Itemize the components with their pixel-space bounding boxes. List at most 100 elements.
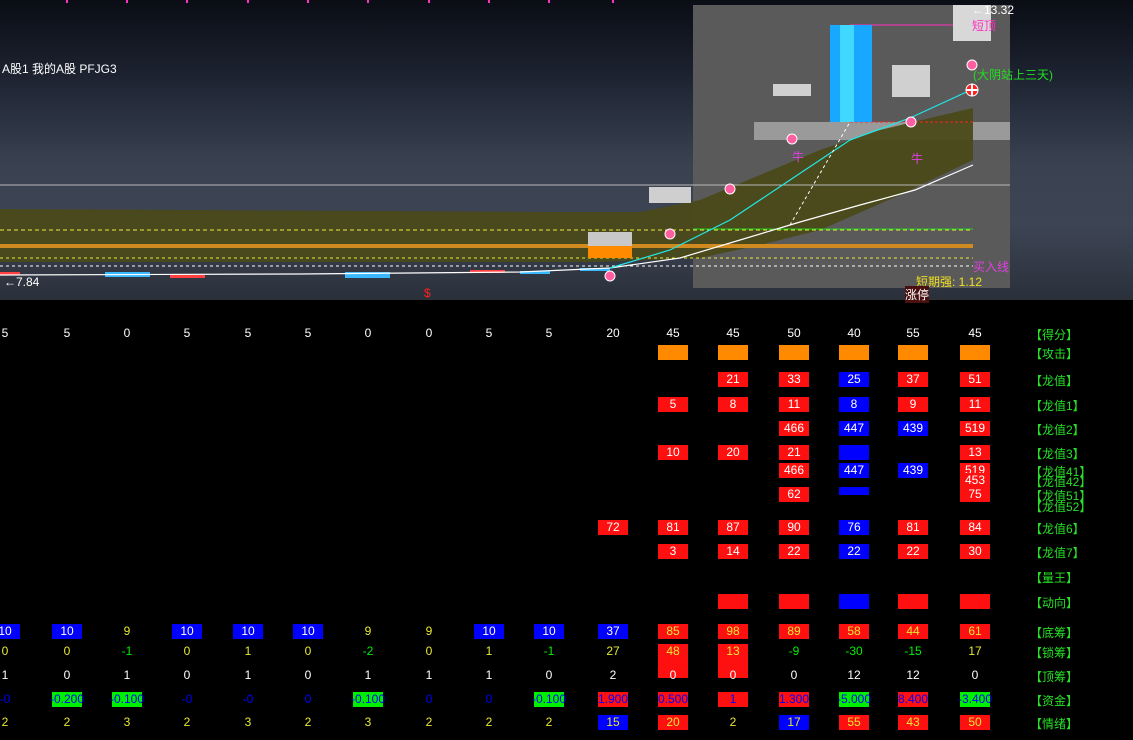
- indicator-cell-bg: [779, 594, 809, 609]
- indicator-cell: 20: [606, 326, 620, 340]
- indicator-cell: -0.100: [109, 692, 145, 706]
- indicator-cell: 10: [0, 624, 12, 638]
- indicator-cell-bg: [898, 345, 928, 360]
- indicator-cell: -5.000: [836, 692, 872, 706]
- indicator-cell: 72: [606, 520, 620, 534]
- indicator-cell-bg: [960, 594, 990, 609]
- orange-band: [0, 244, 973, 248]
- row-label: 【龙值3】: [1030, 447, 1085, 461]
- row-label: 【底筹】: [1030, 626, 1079, 640]
- indicator-cell: 40: [847, 326, 861, 340]
- top-price-label: ←13.32: [972, 3, 1015, 17]
- indicator-cell: 3: [364, 715, 372, 729]
- indicator-cell-bg: [960, 345, 990, 360]
- indicator-cell: 55: [906, 326, 920, 340]
- indicator-cell: 519: [964, 421, 986, 435]
- indicator-cell: 10: [666, 445, 680, 459]
- indicator-cell: 466: [783, 463, 805, 477]
- indicator-cell: 17: [787, 715, 801, 729]
- indicator-cell: 5: [669, 397, 677, 411]
- indicator-cell: -3.400: [957, 692, 993, 706]
- row-label: 【龙值】: [1030, 374, 1079, 388]
- indicator-cell: 2: [485, 715, 493, 729]
- indicator-cell: 1: [1, 668, 9, 682]
- indicator-cell: 0: [63, 644, 71, 658]
- indicator-cell: 8: [850, 397, 858, 411]
- indicator-cell: 43: [906, 715, 920, 729]
- indicator-cell: 33: [787, 372, 801, 386]
- short-top-label: 短顶: [972, 19, 997, 33]
- indicator-cell: 453: [964, 473, 986, 487]
- indicator-cell: 10: [482, 624, 496, 638]
- indicator-cell: 37: [906, 372, 920, 386]
- indicator-cell: 2: [729, 715, 737, 729]
- indicator-cell: 58: [847, 624, 861, 638]
- indicator-cell: 9: [123, 624, 131, 638]
- indicator-cell: 1: [244, 668, 252, 682]
- indicator-cell: -0: [181, 692, 193, 706]
- indicator-cell-bg: [839, 345, 869, 360]
- price-chart[interactable]: A股1 我的A股 PFJG3 ←13.32 ←7.84 短顶 (大阴站上三天) …: [0, 0, 1133, 303]
- indicator-cell: 439: [902, 421, 924, 435]
- top-ticks: [66, 0, 614, 3]
- indicator-cell: 0: [545, 668, 553, 682]
- indicator-cell-bg: [779, 345, 809, 360]
- indicator-cell: 14: [726, 544, 740, 558]
- indicator-cell: 13: [968, 445, 982, 459]
- indicator-cell: 2: [609, 668, 617, 682]
- indicator-cell-bg: [839, 487, 869, 495]
- indicator-cell: -1: [543, 644, 555, 658]
- indicator-cell: 0: [971, 668, 979, 682]
- indicator-cell: 3: [123, 715, 131, 729]
- indicator-cell: 84: [968, 520, 982, 534]
- indicator-cell: 55: [847, 715, 861, 729]
- indicator-cell: 2: [425, 715, 433, 729]
- indicator-cell: 75: [968, 487, 982, 501]
- indicator-cell: 0: [304, 668, 312, 682]
- indicator-cell: 0: [304, 692, 312, 706]
- indicator-cell: 10: [180, 624, 194, 638]
- indicator-cell: -0.100: [350, 692, 386, 706]
- indicator-cell: 0: [790, 668, 798, 682]
- indicator-cell: 0: [425, 692, 433, 706]
- indicator-cell: 76: [847, 520, 861, 534]
- niu-label-1: 牛: [792, 150, 805, 164]
- indicator-cell: 10: [60, 624, 74, 638]
- indicator-cell: 2: [183, 715, 191, 729]
- indicator-cell: 447: [843, 463, 865, 477]
- indicator-cell: 51: [968, 372, 982, 386]
- indicator-cell: 62: [787, 487, 801, 501]
- indicator-cell: 5: [545, 326, 553, 340]
- stock-title: A股1 我的A股 PFJG3: [2, 62, 117, 76]
- indicator-cell: 5: [1, 326, 9, 340]
- indicator-cell: 22: [847, 544, 861, 558]
- row-label: 【龙值2】: [1030, 423, 1085, 437]
- indicator-cell: 0: [485, 692, 493, 706]
- indicator-cell: 447: [843, 421, 865, 435]
- indicator-cell: 0: [425, 326, 433, 340]
- indicator-cell: 8: [729, 397, 737, 411]
- indicator-cell: 22: [787, 544, 801, 558]
- indicator-cell: 90: [787, 520, 801, 534]
- indicator-cell-bg: [839, 594, 869, 609]
- indicator-cell: 12: [847, 668, 861, 682]
- indicator-cell: 0: [425, 644, 433, 658]
- indicator-cell: 0: [364, 326, 372, 340]
- indicator-cell: 2: [63, 715, 71, 729]
- indicator-cell: 27: [606, 644, 620, 658]
- row-label: 【龙值6】: [1030, 522, 1085, 536]
- row-label: 【龙值52】: [1030, 500, 1092, 514]
- indicator-cell: 5: [485, 326, 493, 340]
- indicator-cell: 0: [1, 644, 9, 658]
- indicator-cell: 0: [63, 668, 71, 682]
- indicator-cell: 1: [485, 644, 493, 658]
- indicator-cell: 466: [783, 421, 805, 435]
- indicator-cell: 0: [123, 326, 131, 340]
- indicator-cell-bg: [839, 445, 869, 460]
- indicator-cell: 98: [726, 624, 740, 638]
- indicator-cell: 5: [304, 326, 312, 340]
- indicator-cell: 89: [787, 624, 801, 638]
- indicator-cell: 3: [244, 715, 252, 729]
- indicator-cell: 3: [669, 544, 677, 558]
- indicator-grid: 【得分】 5 5 0 5 5 5 0 0 5 5 20 45 45 50 40 55 45 【攻击】 【龙值】 21 33…: [0, 300, 1133, 740]
